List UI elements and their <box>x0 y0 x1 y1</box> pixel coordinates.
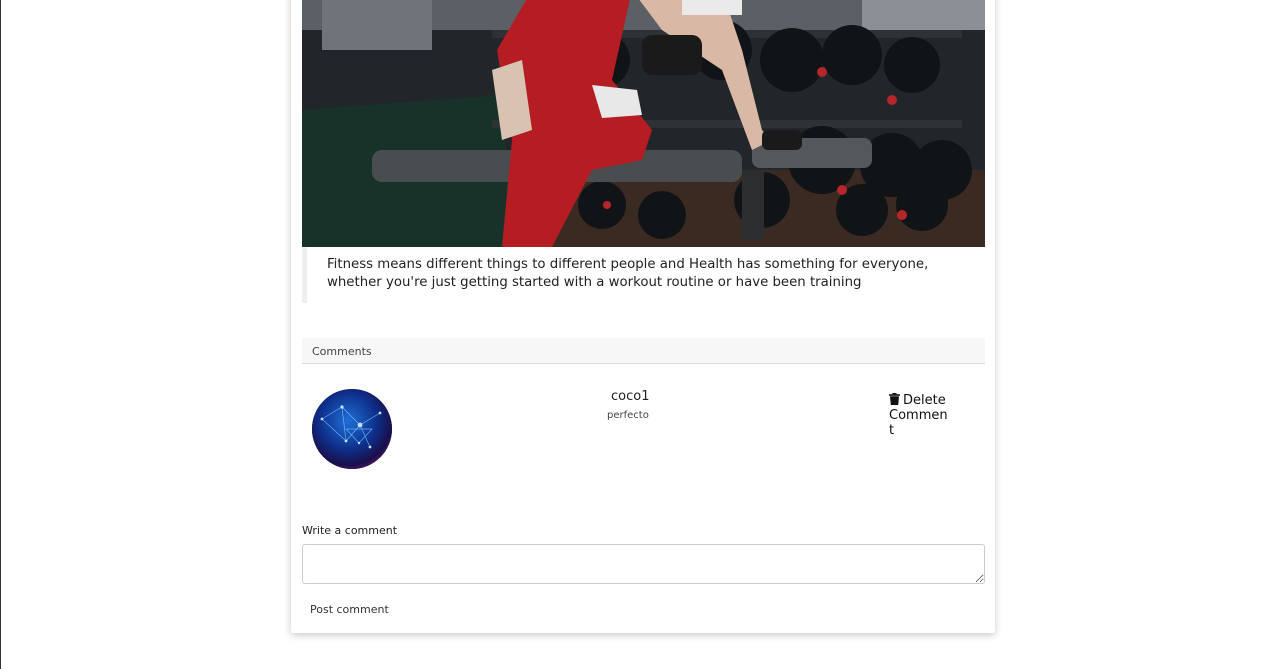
trash-icon <box>889 393 900 405</box>
post-comment-button[interactable]: Post comment <box>302 601 397 618</box>
comment-text: perfecto <box>607 410 649 421</box>
delete-comment-button[interactable]: Delete Comment <box>889 393 951 438</box>
comment-input[interactable] <box>302 544 985 584</box>
comment-author: coco1 <box>611 389 650 404</box>
post-quote: Fitness means different things to differ… <box>302 247 985 303</box>
commenter-avatar <box>312 389 392 469</box>
constellation-avatar-icon <box>312 389 392 469</box>
post-image <box>302 0 985 247</box>
write-comment-label: Write a comment <box>302 524 398 537</box>
page-edge <box>0 0 1 669</box>
post-card: Fitness means different things to differ… <box>291 0 995 633</box>
comments-header: Comments <box>302 338 985 364</box>
